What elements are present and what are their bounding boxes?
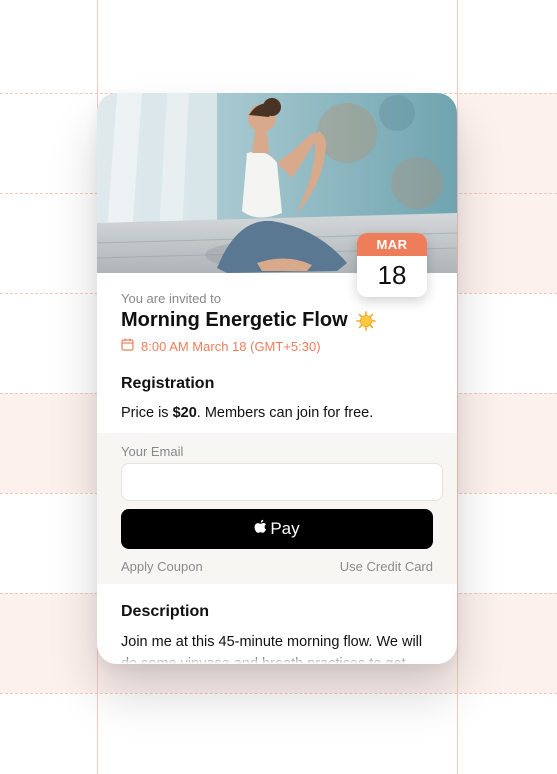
guide-line (457, 0, 458, 774)
invited-text: You are invited to (121, 291, 221, 306)
sun-icon (355, 310, 376, 331)
event-datetime: 8:00 AM March 18 (GMT+5:30) (121, 338, 321, 354)
guide-line (0, 693, 557, 694)
email-label: Your Email (121, 444, 184, 459)
event-title-text: Morning Energetic Flow (121, 309, 348, 331)
price-text: Price is $20. Members can join for free. (121, 405, 373, 421)
description-heading: Description (121, 603, 210, 620)
calendar-icon (121, 338, 134, 354)
use-credit-card-link[interactable]: Use Credit Card (340, 559, 433, 574)
registration-heading: Registration (121, 375, 215, 392)
date-badge-day: 18 (377, 260, 407, 290)
date-badge-month: MAR (357, 233, 427, 256)
event-title: Morning Energetic Flow (121, 309, 376, 332)
bottom-fade (97, 652, 457, 664)
apple-icon (254, 519, 267, 539)
event-datetime-text: 8:00 AM March 18 (GMT+5:30) (141, 338, 321, 354)
apple-pay-label: Pay (270, 519, 300, 538)
price-amount: $20 (172, 405, 197, 421)
price-suffix: . Members can join for free. (196, 405, 374, 421)
apple-pay-button[interactable]: Pay (121, 509, 433, 549)
price-prefix: Price is (121, 405, 173, 421)
date-badge: MAR 18 (357, 233, 427, 297)
apply-coupon-link[interactable]: Apply Coupon (121, 559, 203, 574)
email-input[interactable] (121, 463, 443, 501)
event-card: MAR 18 You are invited to Morning Energe… (97, 93, 457, 664)
